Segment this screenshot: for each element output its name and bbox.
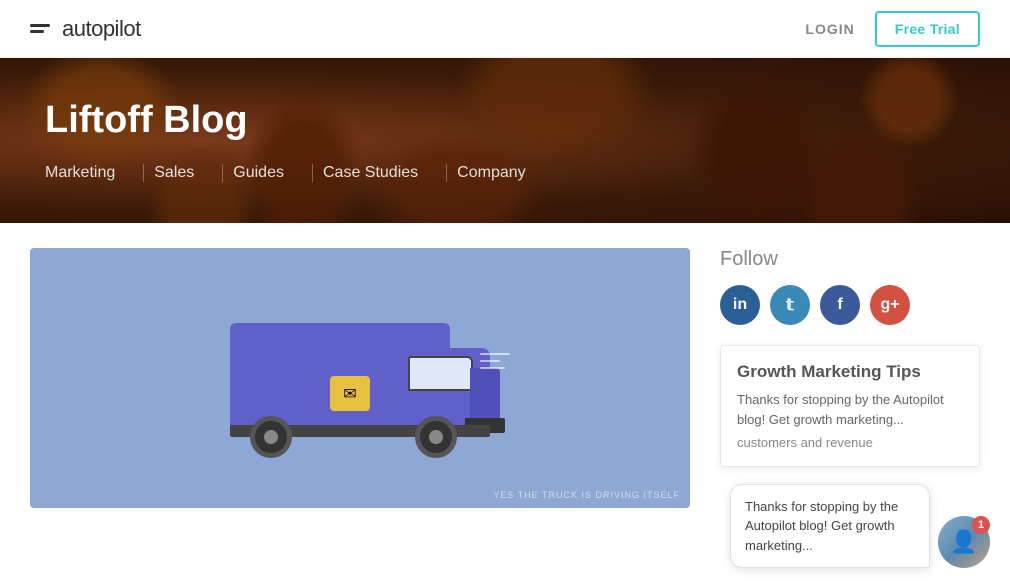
chat-widget[interactable]: Thanks for stopping by the Autopilot blo… <box>730 484 990 569</box>
newsletter-sub: customers and revenue <box>737 435 963 450</box>
blog-nav: Marketing Sales Guides Case Studies Comp… <box>45 164 965 182</box>
sidebar: Follow in 𝕥 f g+ Growth Marketing Tips T… <box>720 248 980 508</box>
logo-icon <box>30 24 50 33</box>
newsletter-title: Growth Marketing Tips <box>737 362 963 382</box>
nav-guides[interactable]: Guides <box>233 164 313 182</box>
chat-bubble: Thanks for stopping by the Autopilot blo… <box>730 484 930 569</box>
chat-badge: 1 <box>972 516 990 534</box>
site-header: autopilot LOGIN Free Trial <box>0 0 1010 58</box>
twitter-icon[interactable]: 𝕥 <box>770 285 810 325</box>
logo[interactable]: autopilot <box>30 16 141 42</box>
nav-company[interactable]: Company <box>457 164 553 182</box>
truck-wheel-left <box>250 416 292 458</box>
linkedin-icon[interactable]: in <box>720 285 760 325</box>
social-icons: in 𝕥 f g+ <box>720 285 980 325</box>
blog-title: Liftoff Blog <box>45 99 965 142</box>
logo-text: autopilot <box>62 16 141 42</box>
blog-content: ✉ YES THE TRUCK IS DRIVING ITSELF <box>30 248 690 508</box>
googleplus-icon[interactable]: g+ <box>870 285 910 325</box>
follow-section: Follow in 𝕥 f g+ <box>720 248 980 325</box>
chat-message: Thanks for stopping by the Autopilot blo… <box>745 499 898 553</box>
newsletter-card: Growth Marketing Tips Thanks for stoppin… <box>720 345 980 467</box>
blog-image-card[interactable]: ✉ YES THE TRUCK IS DRIVING ITSELF <box>30 248 690 508</box>
login-button[interactable]: LOGIN <box>805 21 854 37</box>
truck-speed-lines <box>480 353 510 369</box>
truck-logo: ✉ <box>330 376 370 411</box>
truck-caption: YES THE TRUCK IS DRIVING ITSELF <box>493 490 680 500</box>
truck-illustration: ✉ <box>200 293 520 463</box>
hero-banner: Liftoff Blog Marketing Sales Guides Case… <box>0 58 1010 223</box>
truck-wheel-right <box>415 416 457 458</box>
nav-marketing[interactable]: Marketing <box>45 164 144 182</box>
chat-avatar[interactable]: 👤 1 <box>938 516 990 568</box>
free-trial-button[interactable]: Free Trial <box>875 11 980 47</box>
newsletter-text: Thanks for stopping by the Autopilot blo… <box>737 390 963 429</box>
facebook-icon[interactable]: f <box>820 285 860 325</box>
nav-sales[interactable]: Sales <box>154 164 223 182</box>
truck-window <box>408 356 473 391</box>
nav-case-studies[interactable]: Case Studies <box>323 164 447 182</box>
follow-title: Follow <box>720 248 980 271</box>
header-actions: LOGIN Free Trial <box>805 11 980 47</box>
